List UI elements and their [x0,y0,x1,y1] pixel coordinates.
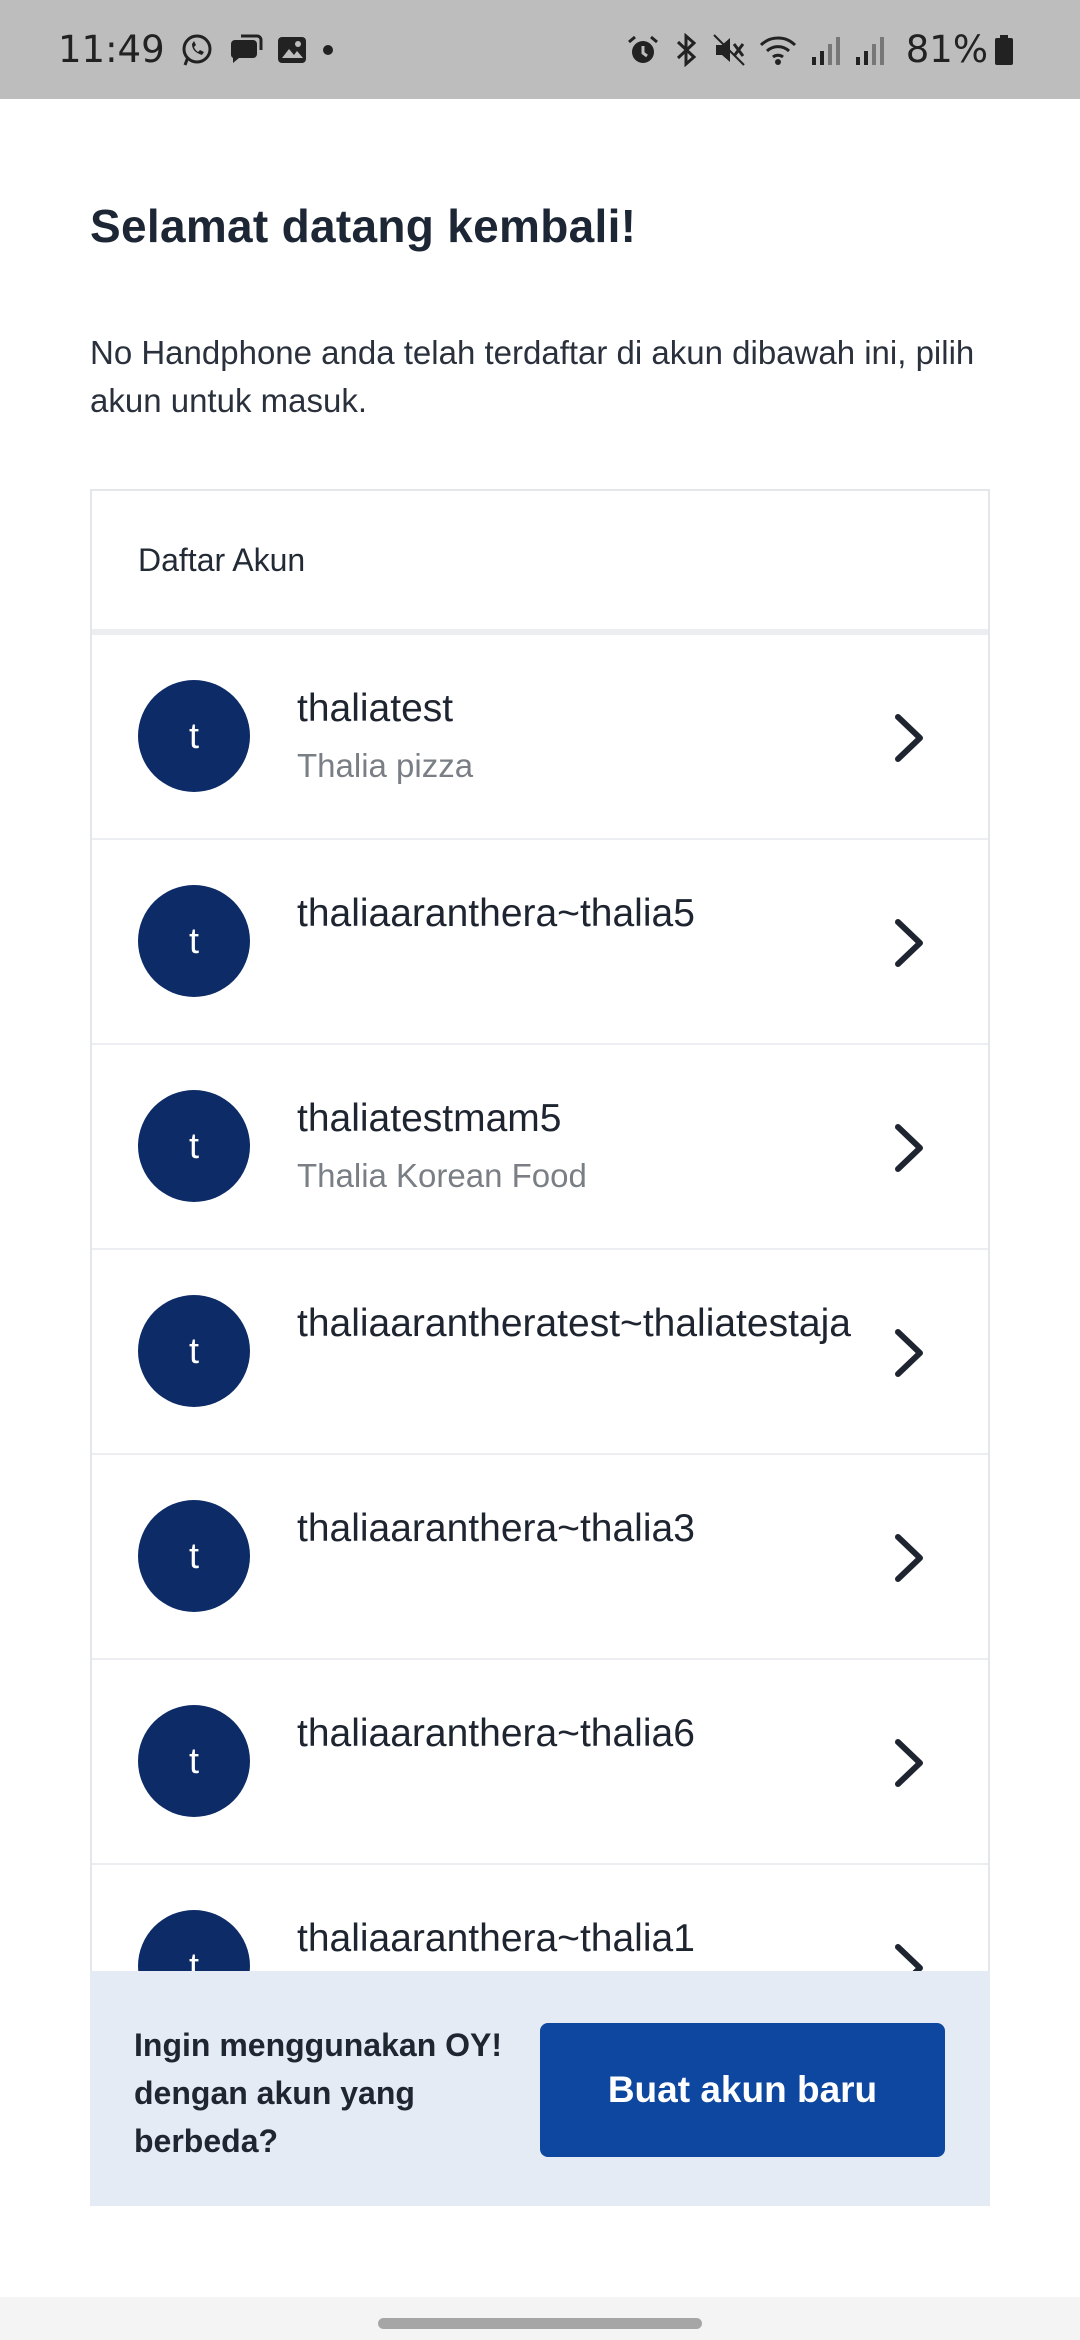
status-bar: 11:49 81% [0,0,1080,99]
wifi-icon [758,33,798,67]
account-text: thaliatestmam5 Thalia Korean Food [297,1095,857,1195]
account-list-card: Daftar Akun t thaliatest Thalia pizza t thal… [90,489,990,2069]
account-avatar: t [138,885,250,997]
account-text: thaliaarantheratest~thaliatestaja [297,1300,857,1348]
mute-icon [712,33,746,67]
bluetooth-icon [672,32,700,67]
account-avatar: t [138,1090,250,1202]
account-row[interactable]: t thaliaaranthera~thalia5 [92,840,988,1045]
account-name: thaliaaranthera~thalia1 [297,1917,695,1960]
chevron-right-icon [895,919,923,967]
account-avatar: t [138,1705,250,1817]
page-title: Selamat datang kembali! [90,200,637,252]
account-text: thaliaaranthera~thalia6 [297,1710,857,1758]
account-avatar: t [138,1295,250,1407]
chat-icon [227,32,263,68]
new-account-banner: Ingin menggunakan OY! dengan akun yang b… [90,1971,990,2206]
chevron-right-icon [895,1534,923,1582]
whatsapp-icon [179,32,215,68]
signal-icon [810,33,842,67]
account-list: t thaliatest Thalia pizza t thaliaaranthera~… [92,635,988,2069]
account-text: thaliaaranthera~thalia5 [297,890,857,938]
chevron-right-icon [895,1329,923,1377]
new-account-prompt: Ingin menggunakan OY! dengan akun yang b… [134,2027,503,2159]
battery-icon [994,33,1014,67]
account-name: thaliaaranthera~thalia3 [297,1507,695,1550]
signal-icon [854,33,886,67]
login-account-picker: Selamat datang kembali! No Handphone and… [0,99,1080,2297]
navigation-bar [0,2297,1080,2340]
create-account-button[interactable]: Buat akun baru [540,2023,945,2157]
account-name: thaliaaranthera~thalia5 [297,892,695,935]
battery-percentage: 81% [905,28,988,71]
account-name: thaliaaranthera~thalia6 [297,1712,695,1755]
account-name: thaliaarantheratest~thaliatestaja [297,1302,851,1345]
account-row[interactable]: t thaliaaranthera~thalia6 [92,1660,988,1865]
account-list-heading: Daftar Akun [92,491,988,635]
alarm-icon [626,33,660,67]
account-row[interactable]: t thaliatestmam5 Thalia Korean Food [92,1045,988,1250]
account-name: thaliatestmam5 [297,1097,562,1140]
chevron-right-icon [895,1124,923,1172]
account-business-name: Thalia pizza [297,747,474,784]
account-text: thaliatest Thalia pizza [297,685,857,785]
status-bar-right: 81% [626,28,1026,71]
status-bar-left: 11:49 [58,28,347,71]
gallery-icon [275,33,309,67]
home-indicator[interactable] [378,2318,702,2329]
chevron-right-icon [895,714,923,762]
account-row[interactable]: t thaliaarantheratest~thaliatestaja [92,1250,988,1455]
account-avatar: t [138,1500,250,1612]
account-row[interactable]: t thaliaaranthera~thalia3 [92,1455,988,1660]
account-avatar: t [138,680,250,792]
page-subtitle: No Handphone anda telah terdaftar di aku… [90,334,975,419]
account-text: thaliaaranthera~thalia1 [297,1915,857,1963]
account-name: thaliatest [297,687,454,730]
chevron-right-icon [895,1739,923,1787]
status-time: 11:49 [58,28,165,71]
account-text: thaliaaranthera~thalia3 [297,1505,857,1553]
account-row[interactable]: t thaliatest Thalia pizza [92,635,988,840]
dot-icon [321,43,335,57]
account-business-name: Thalia Korean Food [297,1157,587,1194]
